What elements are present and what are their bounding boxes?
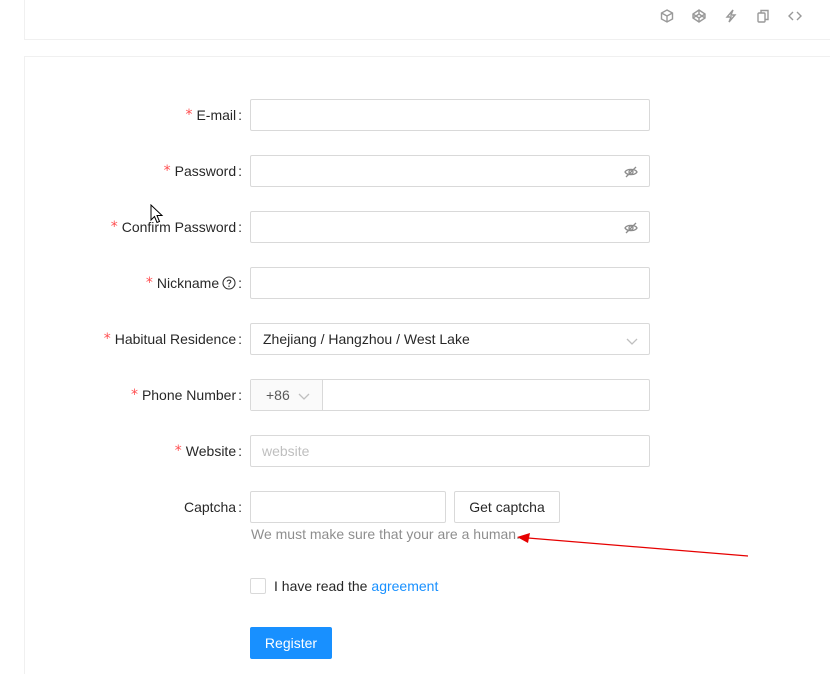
confirm-password-label: * Confirm Password: [111, 211, 242, 243]
email-label: * E-mail: [185, 99, 242, 131]
required-mark: * [110, 219, 118, 235]
password-input-wrapper [250, 155, 650, 187]
required-mark: * [174, 443, 182, 459]
website-input[interactable] [251, 436, 649, 466]
website-label-text: Website [185, 443, 237, 459]
codepen-icon[interactable] [691, 8, 707, 24]
phone-form-item: * Phone Number: +86 [0, 379, 830, 411]
nickname-input[interactable] [251, 268, 649, 298]
code-box-actions [659, 8, 803, 24]
email-form-item: * E-mail: [0, 99, 830, 131]
phone-input-wrapper: +86 [250, 379, 650, 411]
website-input-wrapper [250, 435, 650, 467]
thunderbolt-icon[interactable] [723, 8, 739, 24]
captcha-form-item: Captcha: Get captcha [0, 491, 830, 523]
residence-cascader[interactable]: Zhejiang / Hangzhou / West Lake [250, 323, 650, 355]
get-captcha-button[interactable]: Get captcha [454, 491, 560, 523]
confirm-password-form-item: * Confirm Password: [0, 211, 830, 243]
question-circle-icon[interactable] [222, 276, 236, 290]
email-input[interactable] [251, 100, 649, 130]
label-colon: : [238, 387, 242, 403]
phone-label-text: Phone Number [141, 387, 237, 403]
required-mark: * [130, 387, 138, 403]
confirm-password-input-wrapper [250, 211, 650, 243]
copy-icon[interactable] [755, 8, 771, 24]
confirm-password-input[interactable] [251, 212, 649, 242]
eye-invisible-icon[interactable] [624, 221, 638, 235]
captcha-input-wrapper [250, 491, 446, 523]
required-mark: * [103, 331, 111, 347]
password-form-item: * Password: [0, 155, 830, 187]
nickname-form-item: * Nickname : [0, 267, 830, 299]
nickname-label: * Nickname : [146, 267, 242, 299]
password-label: * Password: [164, 155, 242, 187]
phone-label: * Phone Number: [131, 379, 242, 411]
agreement-checkbox-item[interactable]: I have read the agreement [250, 578, 438, 594]
confirm-password-label-text: Confirm Password [121, 219, 237, 235]
captcha-input[interactable] [251, 492, 445, 522]
captcha-help-text: We must make sure that your are a human. [251, 526, 520, 542]
agreement-link[interactable]: agreement [371, 578, 438, 594]
residence-form-item: * Habitual Residence: Zhejiang / Hangzho… [0, 323, 830, 355]
password-label-text: Password [174, 163, 237, 179]
mouse-cursor-icon [150, 204, 164, 224]
captcha-label: Captcha: [184, 491, 242, 523]
chevron-down-icon [298, 389, 310, 401]
phone-prefix-select[interactable]: +86 [251, 380, 323, 410]
label-colon: : [238, 275, 242, 291]
phone-prefix-value: +86 [266, 387, 290, 403]
website-label: * Website: [175, 435, 242, 467]
codesandbox-icon[interactable] [659, 8, 675, 24]
code-box-actions-card [24, 0, 830, 40]
phone-input[interactable] [323, 380, 649, 410]
label-colon: : [238, 219, 242, 235]
website-form-item: * Website: [0, 435, 830, 467]
agreement-checkbox[interactable] [250, 578, 266, 594]
chevron-down-icon [626, 334, 638, 346]
label-colon: : [238, 443, 242, 459]
label-colon: : [238, 107, 242, 123]
required-mark: * [185, 107, 193, 123]
required-mark: * [145, 275, 153, 291]
label-colon: : [238, 499, 242, 515]
nickname-label-text: Nickname [156, 275, 220, 291]
register-button[interactable]: Register [250, 627, 332, 659]
residence-label: * Habitual Residence: [104, 323, 242, 355]
agreement-text: I have read the [274, 578, 368, 594]
eye-invisible-icon[interactable] [624, 165, 638, 179]
nickname-input-wrapper [250, 267, 650, 299]
email-label-text: E-mail [196, 107, 237, 123]
residence-cascader-value: Zhejiang / Hangzhou / West Lake [263, 331, 470, 347]
label-colon: : [238, 331, 242, 347]
residence-label-text: Habitual Residence [114, 331, 237, 347]
label-colon: : [238, 163, 242, 179]
required-mark: * [163, 163, 171, 179]
code-icon[interactable] [787, 8, 803, 24]
password-input[interactable] [251, 156, 649, 186]
email-input-wrapper [250, 99, 650, 131]
captcha-label-text: Captcha [183, 499, 237, 515]
